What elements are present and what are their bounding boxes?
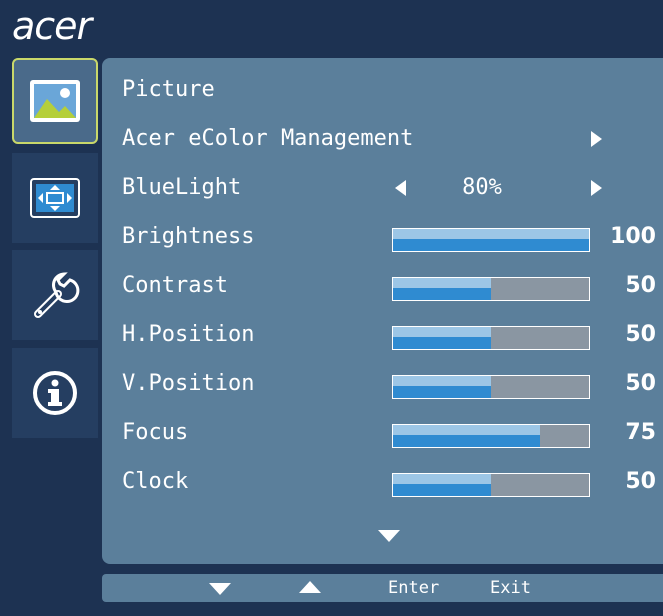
slider-row-v-position[interactable]: V.Position 50: [102, 364, 663, 404]
menu-item-bluelight[interactable]: BlueLight 80%: [102, 168, 663, 208]
picture-menu-panel: Picture Acer eColor Management BlueLight…: [102, 58, 663, 564]
slider-fill: [393, 474, 491, 496]
sidebar-item-settings[interactable]: [12, 250, 98, 340]
display-position-icon: [30, 178, 80, 218]
slider-label: H.Position: [122, 322, 255, 347]
menu-item-ecolor[interactable]: Acer eColor Management: [102, 119, 663, 159]
scroll-down-arrow-icon[interactable]: [378, 530, 400, 542]
sidebar-item-position[interactable]: [12, 153, 98, 243]
info-icon: [33, 371, 77, 415]
slider-value: 100: [610, 224, 656, 249]
v-position-slider[interactable]: [392, 375, 590, 399]
slider-row-focus[interactable]: Focus 75: [102, 413, 663, 453]
bluelight-value: 80%: [462, 175, 502, 200]
slider-value: 50: [625, 371, 656, 396]
slider-label: Focus: [122, 420, 189, 445]
down-arrow-key-icon[interactable]: [209, 583, 231, 595]
slider-fill: [393, 425, 540, 447]
exit-key-label[interactable]: Exit: [490, 574, 531, 602]
sidebar-item-picture[interactable]: [12, 58, 98, 144]
chevron-right-icon[interactable]: [591, 131, 602, 147]
menu-title-row: Picture: [102, 70, 663, 110]
brightness-slider[interactable]: [392, 228, 590, 252]
slider-label: Clock: [122, 469, 189, 494]
settings-tools-icon: [34, 272, 80, 318]
slider-value: 50: [625, 273, 656, 298]
footer-key-bar: Enter Exit: [102, 574, 663, 602]
h-position-slider[interactable]: [392, 326, 590, 350]
slider-value: 50: [625, 322, 656, 347]
slider-row-clock[interactable]: Clock 50: [102, 462, 663, 502]
slider-value: 50: [625, 469, 656, 494]
slider-row-contrast[interactable]: Contrast 50: [102, 266, 663, 306]
slider-fill: [393, 376, 491, 398]
slider-fill: [393, 278, 491, 300]
ecolor-label: Acer eColor Management: [122, 126, 414, 151]
bluelight-label: BlueLight: [122, 175, 242, 200]
slider-fill: [393, 229, 589, 251]
acer-logo: acer: [12, 4, 92, 48]
slider-row-brightness[interactable]: Brightness 100: [102, 217, 663, 257]
page-title: Picture: [122, 77, 215, 102]
slider-value: 75: [625, 420, 656, 445]
chevron-left-icon[interactable]: [395, 180, 406, 196]
picture-icon: [30, 80, 80, 122]
slider-label: Brightness: [122, 224, 255, 249]
slider-row-h-position[interactable]: H.Position 50: [102, 315, 663, 355]
chevron-right-icon[interactable]: [591, 180, 602, 196]
slider-fill: [393, 327, 491, 349]
slider-label: V.Position: [122, 371, 255, 396]
enter-key-label[interactable]: Enter: [388, 574, 439, 602]
sidebar-item-information[interactable]: [12, 348, 98, 438]
slider-label: Contrast: [122, 273, 228, 298]
clock-slider[interactable]: [392, 473, 590, 497]
focus-slider[interactable]: [392, 424, 590, 448]
up-arrow-key-icon[interactable]: [299, 581, 321, 593]
contrast-slider[interactable]: [392, 277, 590, 301]
